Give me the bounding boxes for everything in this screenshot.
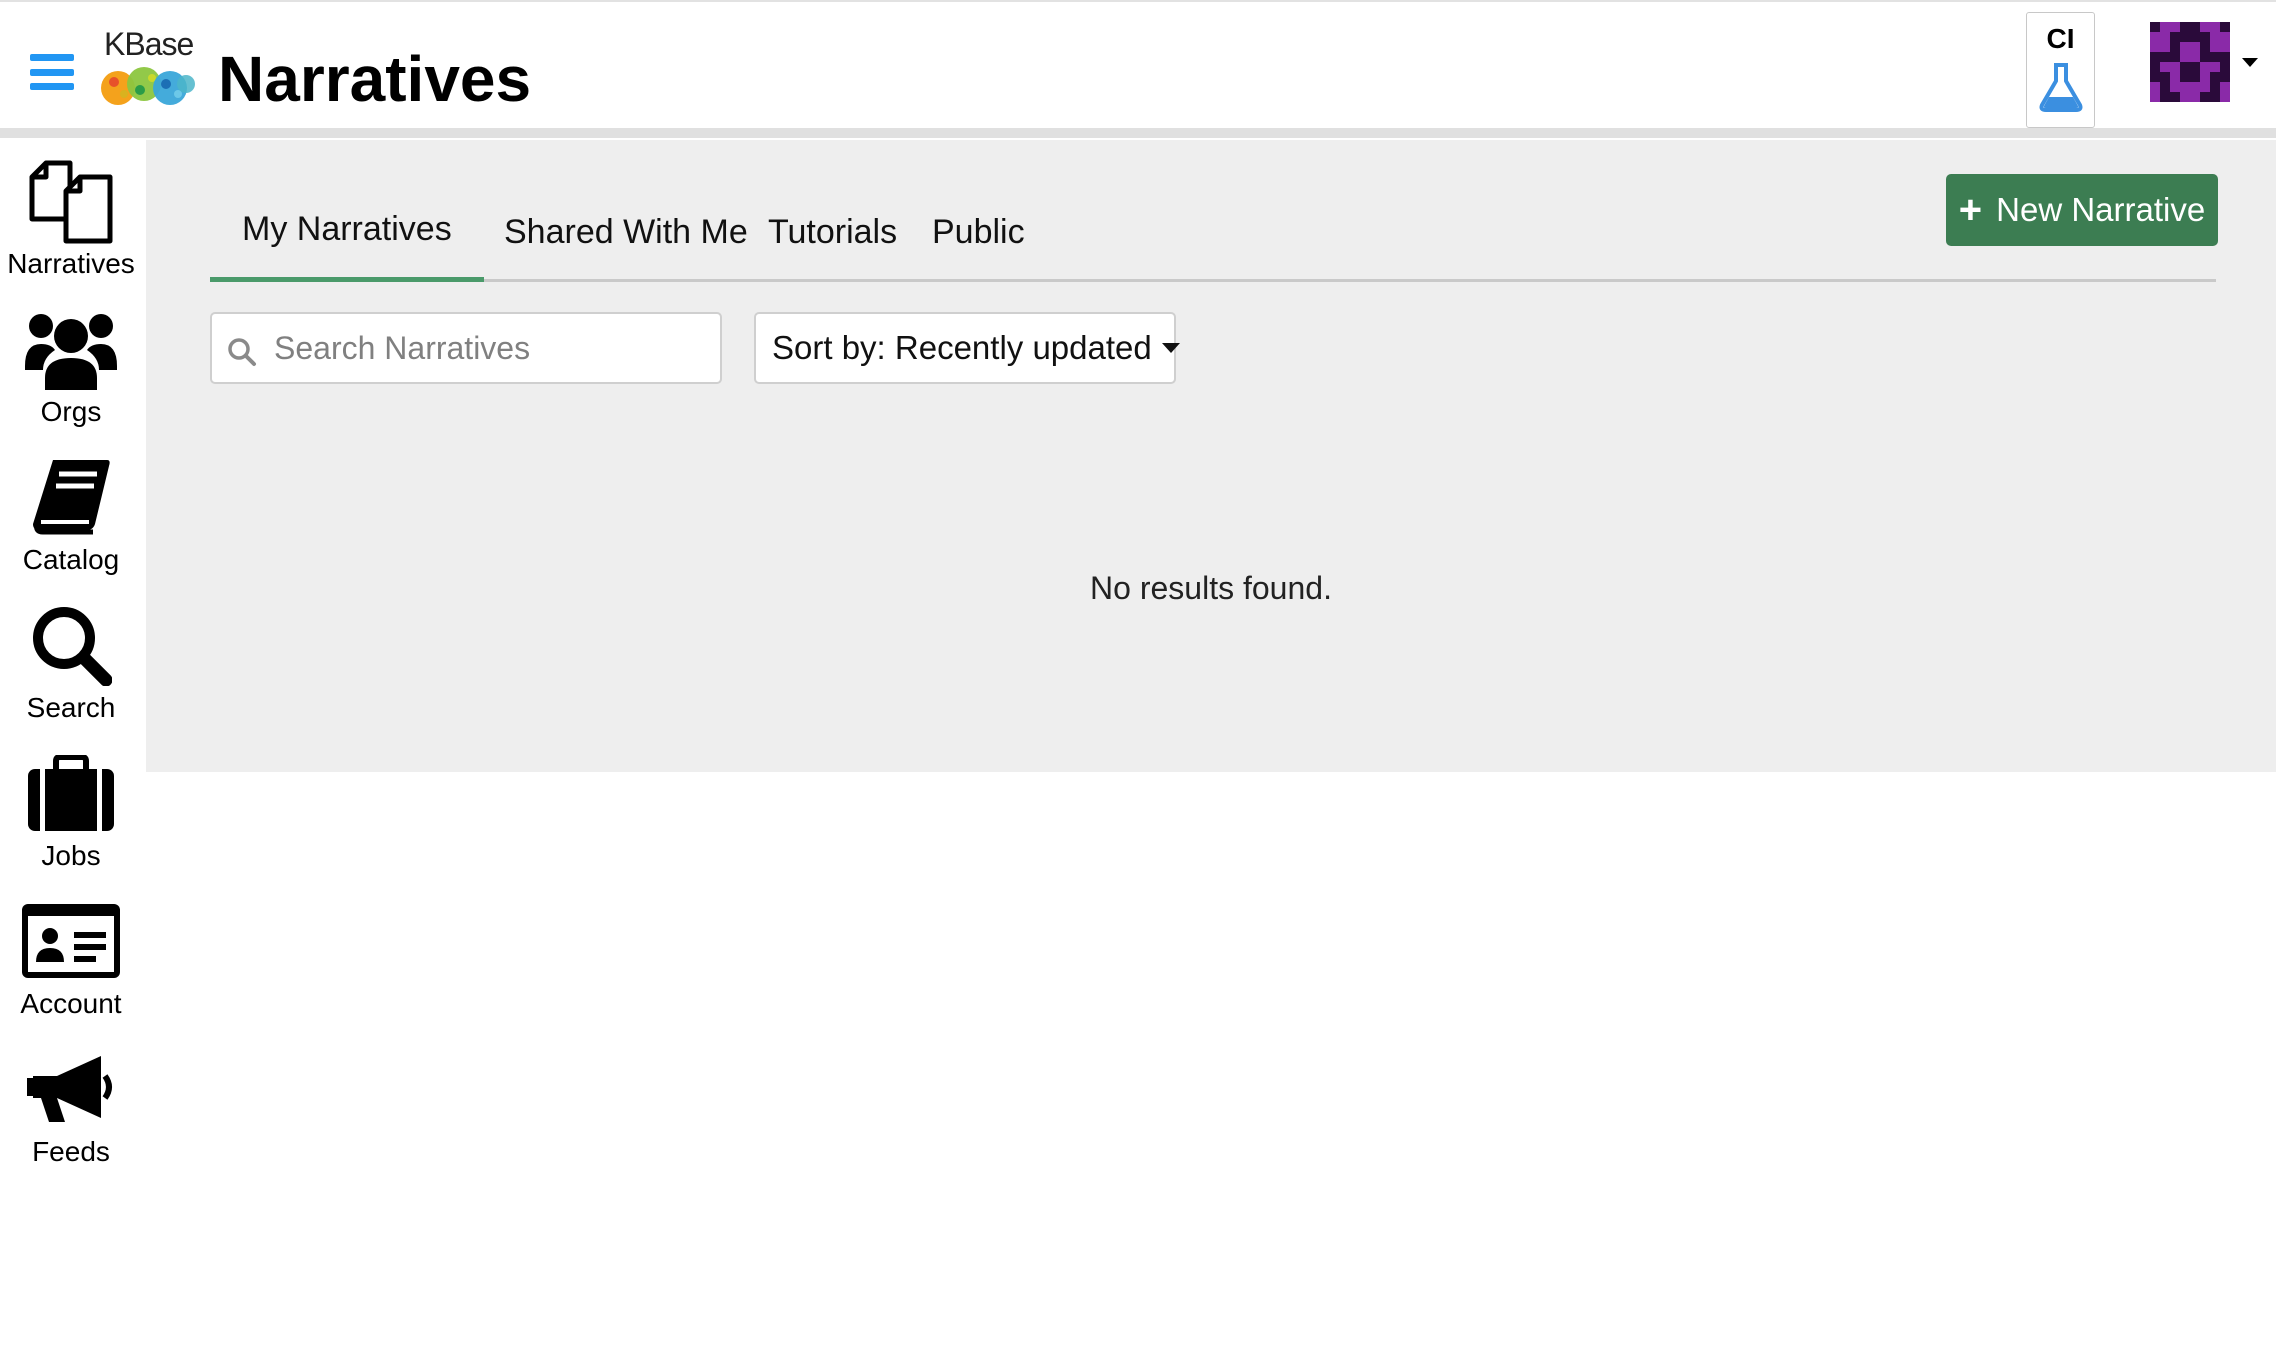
sort-label: Sort by: Recently updated (772, 329, 1152, 366)
bullhorn-icon (27, 1056, 112, 1122)
sidebar-item-label: Narratives (7, 248, 135, 279)
plus-icon: + (1958, 188, 1983, 232)
search-icon (228, 338, 256, 366)
chevron-down-icon (1161, 343, 1180, 353)
sidebar-item-orgs[interactable]: Orgs (0, 302, 142, 442)
sidebar-item-account[interactable]: Account (0, 894, 142, 1034)
sidebar-item-search[interactable]: Search (0, 598, 142, 738)
sidebar-item-label: Orgs (40, 396, 102, 427)
narrative-tabs: My Narratives Shared With Me Tutorials P… (210, 182, 2216, 282)
sidebar-item-label: Account (20, 988, 122, 1019)
id-card-icon (22, 904, 120, 978)
page-title: Narratives (218, 43, 532, 115)
sort-dropdown[interactable]: Sort by: Recently updated (754, 312, 1180, 384)
sidebar-item-catalog[interactable]: Catalog (0, 450, 142, 590)
logo-text: KBase (104, 26, 194, 62)
flask-icon (2039, 63, 2082, 112)
user-menu[interactable] (2150, 22, 2260, 106)
documents-icon (29, 160, 113, 244)
top-header: KBase Narratives CI (0, 0, 2276, 138)
sidebar-item-label: Feeds (32, 1136, 110, 1167)
tab-public[interactable]: Public (900, 182, 1057, 282)
sidebar-item-jobs[interactable]: Jobs (0, 746, 142, 886)
environment-label: CI (2046, 23, 2075, 54)
sidebar-nav: Narratives Orgs Catalog Search Jobs Acco… (0, 140, 146, 1346)
kbase-logo[interactable]: KBase (100, 26, 200, 110)
sidebar-item-feeds[interactable]: Feeds (0, 1042, 142, 1182)
suitcase-icon (28, 755, 114, 831)
hamburger-icon[interactable] (30, 54, 74, 90)
chevron-down-icon (2242, 58, 2258, 67)
narratives-panel: My Narratives Shared With Me Tutorials P… (146, 140, 2276, 772)
book-icon (33, 460, 110, 535)
new-narrative-button[interactable]: + New Narrative (1946, 174, 2218, 246)
new-narrative-label: New Narrative (1996, 191, 2206, 228)
users-icon (25, 314, 117, 390)
logo-globes-icon (101, 67, 195, 105)
empty-results-message: No results found. (1090, 570, 1332, 606)
search-icon (33, 607, 112, 686)
search-input[interactable] (274, 322, 704, 374)
sidebar-item-narratives[interactable]: Narratives (0, 154, 142, 294)
tab-shared-with-me[interactable]: Shared With Me (472, 182, 780, 282)
sidebar-item-label: Jobs (41, 840, 101, 871)
avatar (2150, 22, 2230, 102)
search-field[interactable] (210, 312, 722, 384)
tab-my-narratives[interactable]: My Narratives (210, 182, 484, 282)
sidebar-item-label: Search (26, 692, 116, 723)
environment-badge[interactable]: CI (2026, 12, 2095, 128)
